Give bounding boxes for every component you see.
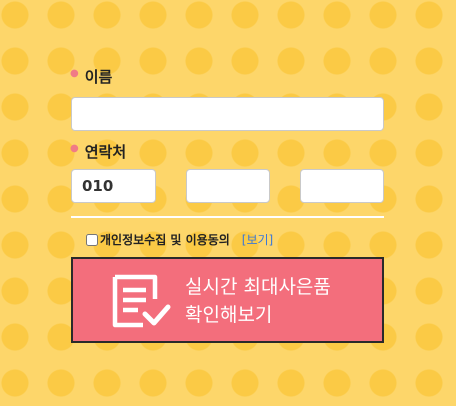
cta-line2: 확인해보기 (185, 304, 273, 326)
phone-label-text: 연락처 (84, 143, 127, 161)
phone-last-input[interactable] (300, 169, 384, 203)
name-input[interactable] (71, 97, 384, 131)
privacy-view-link[interactable]: [보기] (242, 231, 273, 248)
privacy-checkbox[interactable] (86, 233, 98, 246)
privacy-agreement: 개인정보수집 및 이용동의 [보기] (86, 231, 273, 248)
required-bullet: ● (70, 143, 79, 154)
privacy-label: 개인정보수집 및 이용동의 (100, 233, 230, 247)
divider (71, 216, 384, 218)
cta-line1: 실시간 최대사은품 (185, 276, 331, 298)
name-label-text: 이름 (84, 68, 113, 86)
name-label: ● 이름 (70, 66, 112, 87)
required-bullet: ● (70, 68, 79, 79)
document-check-icon (112, 274, 171, 328)
phone-middle-input[interactable] (186, 169, 270, 203)
cta-button[interactable]: 실시간 최대사은품 확인해보기 (71, 257, 384, 343)
phone-label: ● 연락처 (70, 141, 126, 162)
cta-text: 실시간 최대사은품 확인해보기 (185, 273, 331, 329)
phone-first-input[interactable] (71, 169, 156, 203)
